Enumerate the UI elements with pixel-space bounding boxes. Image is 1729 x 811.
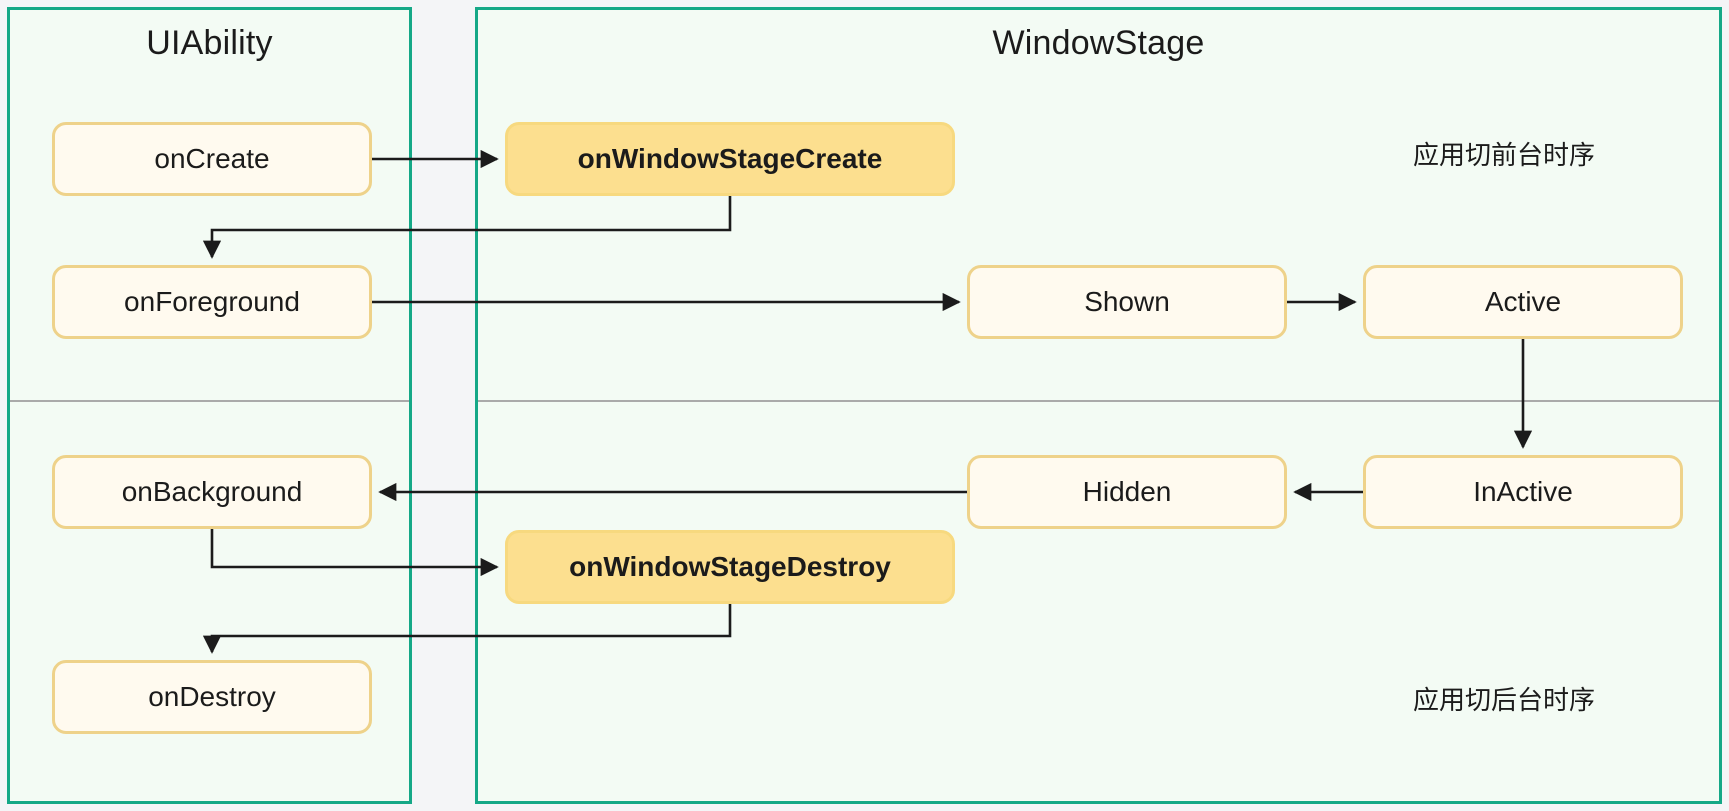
- node-oncreate-label: onCreate: [154, 142, 270, 174]
- note-background-sequence: 应用切后台时序: [1413, 685, 1596, 715]
- node-shown[interactable]: Shown: [967, 265, 1287, 339]
- node-onwindowstagecreate-label: onWindowStageCreate: [577, 142, 883, 174]
- node-onwindowstagecreate[interactable]: onWindowStageCreate: [505, 122, 955, 196]
- section-divider-right: [478, 400, 1719, 402]
- node-inactive[interactable]: InActive: [1363, 455, 1683, 529]
- node-ondestroy[interactable]: onDestroy: [52, 660, 372, 734]
- node-onforeground[interactable]: onForeground: [52, 265, 372, 339]
- diagram-canvas: UIAbility WindowStage onCreate onForegro…: [0, 0, 1729, 811]
- node-active[interactable]: Active: [1363, 265, 1683, 339]
- note-foreground-sequence: 应用切前台时序: [1413, 140, 1596, 170]
- node-inactive-label: InActive: [1473, 475, 1573, 507]
- node-onwindowstagedestroy[interactable]: onWindowStageDestroy: [505, 530, 955, 604]
- section-divider-left: [10, 400, 409, 402]
- node-onwindowstagedestroy-label: onWindowStageDestroy: [569, 550, 891, 582]
- node-active-label: Active: [1484, 285, 1562, 317]
- panel-title-uiability: UIAbility: [146, 24, 273, 62]
- node-oncreate[interactable]: onCreate: [52, 122, 372, 196]
- node-hidden-label: Hidden: [1082, 475, 1172, 507]
- panel-title-windowstage: WindowStage: [992, 24, 1205, 62]
- node-shown-label: Shown: [1084, 285, 1170, 317]
- node-onforeground-label: onForeground: [124, 285, 300, 317]
- node-onbackground-label: onBackground: [121, 475, 303, 507]
- node-onbackground[interactable]: onBackground: [52, 455, 372, 529]
- node-hidden[interactable]: Hidden: [967, 455, 1287, 529]
- node-ondestroy-label: onDestroy: [148, 680, 276, 712]
